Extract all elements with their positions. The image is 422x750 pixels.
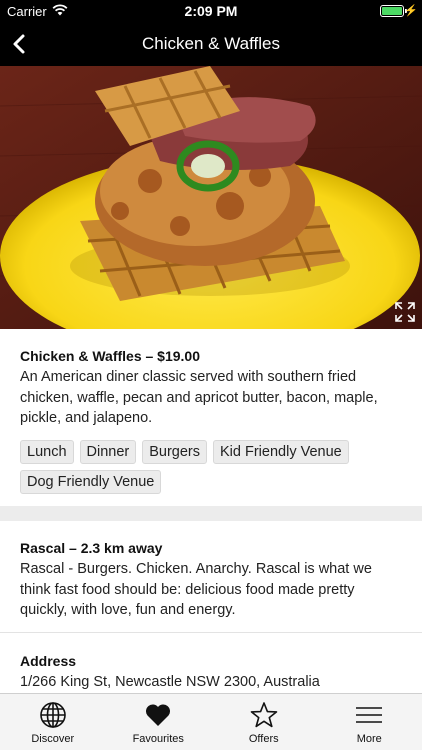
address-heading: Address (20, 653, 77, 669)
globe-icon (39, 702, 66, 728)
tag-dinner[interactable]: Dinner (79, 439, 137, 464)
tab-discover[interactable]: Discover (0, 694, 106, 750)
expand-icon[interactable] (394, 301, 416, 323)
venue-card[interactable]: Rascal – 2.3 km away Rascal - Burgers. C… (0, 521, 422, 633)
navigation-bar: Chicken & Waffles (0, 22, 422, 66)
tab-favourites[interactable]: Favourites (106, 694, 212, 750)
tab-label: Offers (248, 733, 279, 745)
menu-icon (356, 707, 383, 723)
hero-image[interactable] (0, 66, 422, 329)
tag-lunch[interactable]: Lunch (20, 439, 74, 464)
tab-label: Discover (31, 733, 75, 745)
food-photo (0, 66, 422, 329)
item-heading: Chicken & Waffles – $19.00 (20, 348, 201, 364)
item-description: An American diner classic served with so… (20, 369, 378, 426)
tab-label: Favourites (132, 733, 184, 745)
address-value: 1/266 King St, Newcastle NSW 2300, Austr… (20, 674, 320, 690)
tab-more[interactable]: More (317, 694, 422, 750)
venue-heading: Rascal – 2.3 km away (20, 540, 163, 556)
page-title: Chicken & Waffles (142, 34, 280, 53)
tag-list: Lunch Dinner Burgers Kid Friendly Venue … (20, 439, 402, 494)
charging-icon: ⚡ (404, 5, 418, 17)
tag-dog-friendly-venue[interactable]: Dog Friendly Venue (20, 469, 162, 494)
heart-icon (146, 704, 171, 726)
tab-label: More (356, 733, 382, 745)
address-card[interactable]: Address 1/266 King St, Newcastle NSW 230… (0, 633, 422, 693)
item-details-card: Chicken & Waffles – $19.00 An American d… (0, 329, 422, 506)
tab-bar: Discover Favourites Offers More (0, 693, 422, 750)
status-bar: Carrier 2:09 PM ⚡ (0, 0, 422, 22)
star-icon (250, 702, 278, 728)
tag-kid-friendly-venue[interactable]: Kid Friendly Venue (213, 439, 349, 464)
venue-description: Rascal - Burgers. Chicken. Anarchy. Rasc… (20, 561, 372, 618)
battery-icon (380, 5, 404, 17)
clock: 2:09 PM (184, 3, 238, 19)
tag-burgers[interactable]: Burgers (142, 439, 208, 464)
tab-offers[interactable]: Offers (211, 694, 317, 750)
